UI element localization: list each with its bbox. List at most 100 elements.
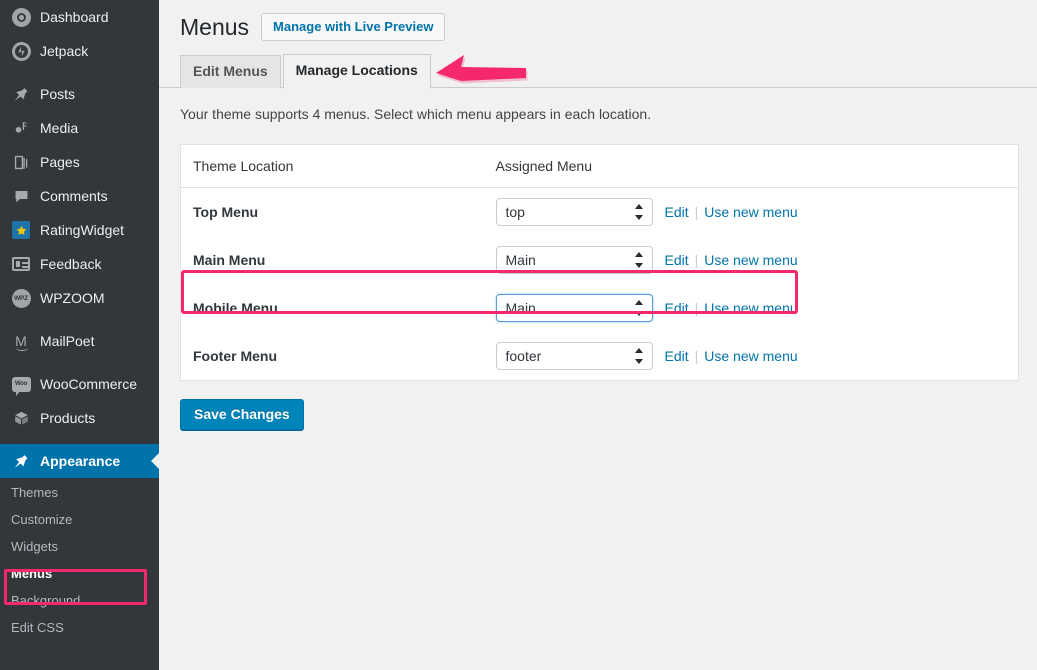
pin-icon [11, 84, 31, 104]
assigned-menu-select[interactable]: footer [495, 342, 653, 370]
sidebar-item-ratingwidget[interactable]: RatingWidget [0, 213, 159, 247]
use-new-menu-link[interactable]: Use new menu [704, 252, 797, 268]
comment-icon [11, 186, 31, 206]
assigned-menu-select[interactable]: Main [495, 246, 653, 274]
cell-theme-location: Mobile Menu [193, 300, 278, 316]
link-divider: | [694, 252, 699, 268]
assigned-menu-value: footer [505, 348, 542, 364]
cell-assigned-menu: footer Edit | Use new menu [484, 332, 1019, 381]
wpzoom-icon: WPZ [11, 288, 31, 308]
sidebar-item-media[interactable]: Media [0, 111, 159, 145]
intro-description: Your theme supports 4 menus. Select whic… [180, 106, 652, 122]
sidebar-item-jetpack[interactable]: Jetpack [0, 34, 159, 68]
link-divider: | [694, 300, 699, 316]
cell-theme-location: Top Menu [193, 204, 259, 220]
jetpack-icon [11, 41, 31, 61]
sidebar-item-label: WPZOOM [40, 289, 105, 306]
sidebar-item-feedback[interactable]: Feedback [0, 247, 159, 281]
table-row: Top Menu top Edit | Use new menu [181, 188, 1019, 237]
assigned-menu-value: Main [505, 252, 536, 268]
edit-menu-link[interactable]: Edit [665, 348, 689, 364]
pages-icon [11, 152, 31, 172]
sidebar-item-label: Media [40, 119, 79, 136]
sidebar-item-label: Comments [40, 187, 108, 204]
table-row: Main Menu Main Edit | Use new menu [181, 236, 1019, 284]
assigned-menu-controls: Main Edit | Use new menu [495, 294, 798, 322]
cell-assigned-menu: Main Edit | Use new menu [484, 236, 1019, 284]
star-icon [11, 220, 31, 240]
media-icon [11, 118, 31, 138]
sidebar-item-posts[interactable]: Posts [0, 77, 159, 111]
feedback-icon [11, 254, 31, 274]
stepper-arrows-icon [634, 252, 643, 268]
cell-theme-location: Footer Menu [193, 348, 277, 364]
sidebar-subitem-background[interactable]: Background [0, 587, 159, 614]
sidebar-subitem-menus[interactable]: Menus [0, 560, 159, 587]
sidebar-group-3: M MailPoet [0, 324, 159, 358]
cell-assigned-menu: Main Edit | Use new menu [484, 284, 1019, 332]
sidebar-group-1: Dashboard Jetpack [0, 0, 159, 68]
tab-edit-menus[interactable]: Edit Menus [180, 55, 281, 88]
stepper-arrows-icon [634, 204, 643, 220]
assigned-menu-controls: Main Edit | Use new menu [495, 246, 798, 274]
tab-bar: Edit Menus Manage Locations [159, 54, 1037, 89]
stepper-arrows-icon [634, 348, 643, 364]
stepper-arrows-icon [634, 300, 643, 316]
sidebar-item-woocommerce[interactable]: Woo WooCommerce [0, 367, 159, 401]
save-changes-button[interactable]: Save Changes [180, 399, 304, 430]
column-header-theme-location: Theme Location [180, 144, 484, 188]
sidebar-item-label: Appearance [40, 452, 121, 469]
woocommerce-icon: Woo [11, 374, 31, 396]
sidebar-item-label: Dashboard [40, 8, 109, 25]
assigned-menu-select[interactable]: top [495, 198, 653, 226]
sidebar-divider [0, 315, 159, 324]
sidebar-item-dashboard[interactable]: Dashboard [0, 0, 159, 34]
use-new-menu-link[interactable]: Use new menu [704, 348, 797, 364]
tab-manage-locations[interactable]: Manage Locations [282, 54, 431, 89]
sidebar-subitem-themes[interactable]: Themes [0, 479, 159, 506]
sidebar-subitem-widgets[interactable]: Widgets [0, 533, 159, 560]
dashboard-icon [11, 7, 31, 27]
table-row: Footer Menu footer Edit | Use new menu [181, 332, 1019, 381]
edit-menu-link[interactable]: Edit [665, 252, 689, 268]
appearance-brush-icon [11, 451, 31, 471]
sidebar-group-4: Woo WooCommerce Products [0, 367, 159, 435]
products-icon [11, 408, 31, 428]
assigned-menu-value: Main [505, 300, 536, 316]
wordpress-admin-screen: Dashboard Jetpack Posts Media Pages Comm… [0, 0, 1037, 670]
cell-assigned-menu: top Edit | Use new menu [484, 188, 1019, 237]
sidebar-item-appearance[interactable]: Appearance [0, 444, 159, 478]
sidebar-group-2: Posts Media Pages Comments RatingWidget … [0, 77, 159, 315]
sidebar-item-label: Feedback [40, 255, 102, 272]
sidebar-item-label: WooCommerce [40, 375, 137, 392]
sidebar-item-pages[interactable]: Pages [0, 145, 159, 179]
admin-sidebar: Dashboard Jetpack Posts Media Pages Comm… [0, 0, 159, 670]
sidebar-item-label: Jetpack [40, 42, 89, 59]
sidebar-item-label: RatingWidget [40, 221, 125, 238]
sidebar-subitem-customize[interactable]: Customize [0, 506, 159, 533]
page-title: Menus [180, 13, 250, 40]
sidebar-item-label: Pages [40, 153, 80, 170]
main-content: Menus Manage with Live Preview Edit Menu… [159, 0, 1037, 670]
edit-menu-link[interactable]: Edit [665, 204, 689, 220]
sidebar-divider [0, 358, 159, 367]
row-action-links: Edit | Use new menu [665, 204, 798, 220]
sidebar-item-products[interactable]: Products [0, 401, 159, 435]
sidebar-item-mailpoet[interactable]: M MailPoet [0, 324, 159, 358]
assigned-menu-controls: top Edit | Use new menu [495, 198, 798, 226]
theme-locations-table: Theme Location Assigned Menu Top Menu to… [180, 144, 1019, 381]
assigned-menu-select[interactable]: Main [495, 294, 653, 322]
sidebar-subitem-editcss[interactable]: Edit CSS [0, 614, 159, 641]
manage-with-live-preview-button[interactable]: Manage with Live Preview [261, 13, 446, 41]
sidebar-item-comments[interactable]: Comments [0, 179, 159, 213]
table-body: Top Menu top Edit | Use new menu Main Me… [181, 188, 1019, 381]
mailpoet-icon: M [15, 333, 28, 351]
table-header-row: Theme Location Assigned Menu [180, 144, 1019, 188]
edit-menu-link[interactable]: Edit [665, 300, 689, 316]
use-new-menu-link[interactable]: Use new menu [704, 204, 797, 220]
sidebar-item-wpzoom[interactable]: WPZ WPZOOM [0, 281, 159, 315]
use-new-menu-link[interactable]: Use new menu [704, 300, 797, 316]
sidebar-item-label: Posts [40, 85, 76, 102]
cell-theme-location: Main Menu [193, 252, 266, 268]
sidebar-item-label: Products [40, 409, 96, 426]
